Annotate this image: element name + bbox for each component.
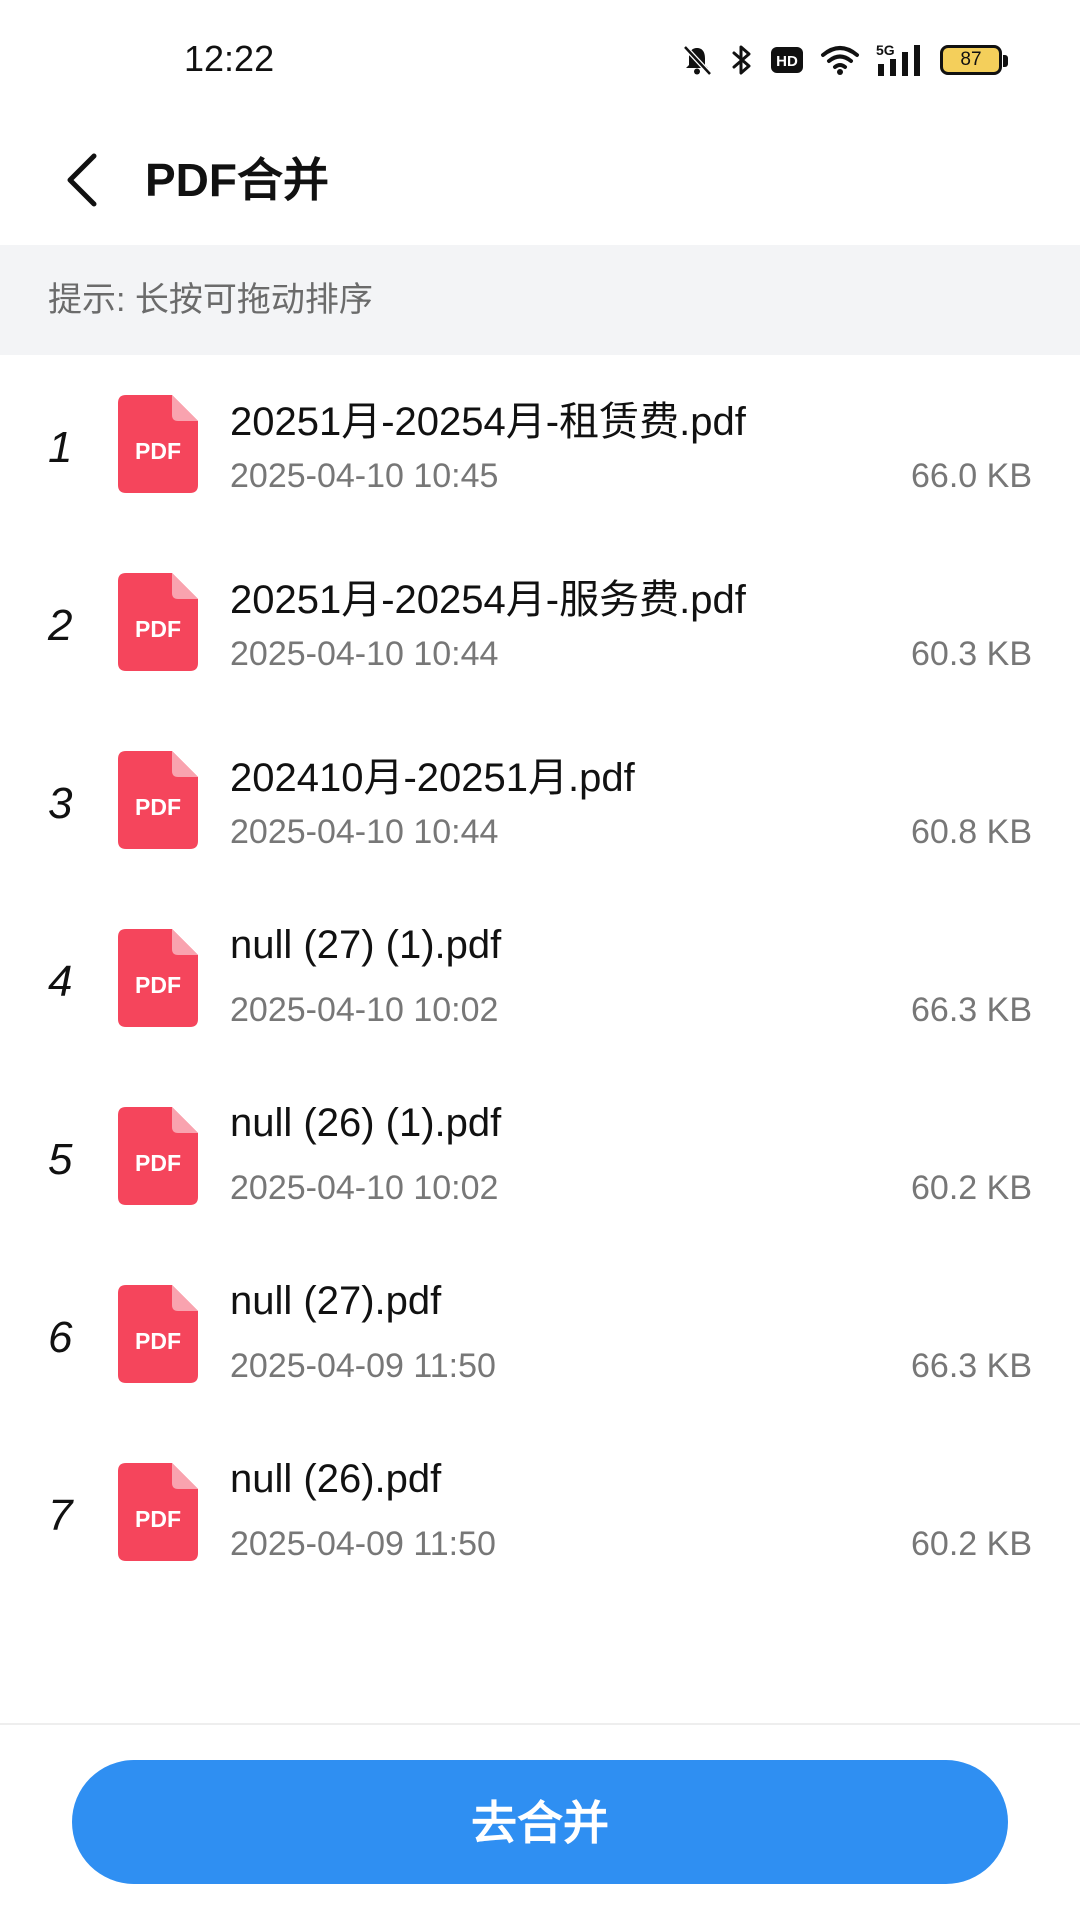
screen: 12:22 HD 5G 87 PDF合并 提示: 长按可拖动排序 1 PDF 2… — [0, 0, 1080, 1920]
file-name: null (26).pdf — [230, 1457, 442, 1501]
file-date: 2025-04-10 10:02 — [230, 991, 499, 1029]
file-date: 2025-04-10 10:44 — [230, 635, 499, 673]
file-index: 4 — [48, 957, 73, 1006]
file-list-item[interactable]: 4 PDF null (27) (1).pdf 2025-04-10 10:02… — [0, 889, 1080, 1067]
pdf-icon-label: PDF — [135, 1506, 181, 1532]
network-label: 5G — [876, 42, 895, 58]
file-name: null (27) (1).pdf — [230, 923, 502, 967]
file-name: 20251月-20254月-服务费.pdf — [230, 578, 746, 622]
pdf-icon-label: PDF — [135, 616, 181, 642]
file-list-item[interactable]: 7 PDF null (26).pdf 2025-04-09 11:50 60.… — [0, 1423, 1080, 1601]
hd-label: HD — [776, 53, 798, 70]
hd-icon: HD — [770, 45, 804, 75]
bluetooth-icon — [730, 43, 754, 77]
pdf-file-icon: PDF — [118, 929, 198, 1027]
pdf-file-icon: PDF — [118, 1285, 198, 1383]
file-size: 66.3 KB — [911, 991, 1032, 1029]
pdf-icon-label: PDF — [135, 1150, 181, 1176]
file-list-item[interactable]: 2 PDF 20251月-20254月-服务费.pdf 2025-04-10 1… — [0, 533, 1080, 711]
pdf-icon-label: PDF — [135, 794, 181, 820]
file-list: 1 PDF 20251月-20254月-租赁费.pdf 2025-04-10 1… — [0, 355, 1080, 1601]
file-size: 60.2 KB — [911, 1525, 1032, 1563]
file-index: 6 — [48, 1313, 73, 1362]
hint-bar: 提示: 长按可拖动排序 — [0, 245, 1080, 355]
file-date: 2025-04-09 11:50 — [230, 1347, 496, 1385]
pdf-file-icon: PDF — [118, 395, 198, 493]
pdf-icon-label: PDF — [135, 1328, 181, 1354]
battery-icon: 87 — [940, 45, 1008, 75]
file-index: 1 — [48, 423, 73, 472]
file-name: null (27).pdf — [230, 1279, 442, 1323]
file-list-item[interactable]: 3 PDF 202410月-20251月.pdf 2025-04-10 10:4… — [0, 711, 1080, 889]
pdf-file-icon: PDF — [118, 1463, 198, 1561]
file-size: 60.8 KB — [911, 813, 1032, 851]
file-size: 66.3 KB — [911, 1347, 1032, 1385]
bottom-divider — [0, 1723, 1080, 1725]
file-list-item[interactable]: 5 PDF null (26) (1).pdf 2025-04-10 10:02… — [0, 1067, 1080, 1245]
file-name: 20251月-20254月-租赁费.pdf — [230, 400, 746, 444]
file-date: 2025-04-10 10:02 — [230, 1169, 499, 1207]
file-date: 2025-04-10 10:45 — [230, 457, 499, 495]
file-index: 5 — [48, 1135, 73, 1184]
file-index: 2 — [48, 601, 73, 650]
hint-text: 提示: 长按可拖动排序 — [48, 281, 373, 319]
file-size: 66.0 KB — [911, 457, 1032, 495]
battery-level: 87 — [960, 49, 982, 70]
pdf-icon-label: PDF — [135, 972, 181, 998]
file-name: null (26) (1).pdf — [230, 1101, 502, 1145]
file-index: 7 — [48, 1491, 73, 1540]
5g-signal-icon: 5G — [876, 42, 924, 78]
pdf-icon-label: PDF — [135, 438, 181, 464]
chevron-left-icon — [67, 153, 97, 207]
pdf-file-icon: PDF — [118, 573, 198, 671]
wifi-icon — [820, 44, 860, 76]
header: PDF合并 — [0, 120, 1080, 245]
status-icons: HD 5G 87 — [680, 38, 1008, 82]
pdf-file-icon: PDF — [118, 751, 198, 849]
page-title: PDF合并 — [145, 154, 329, 206]
file-size: 60.3 KB — [911, 635, 1032, 673]
merge-button[interactable]: 去合并 — [72, 1760, 1008, 1884]
file-size: 60.2 KB — [911, 1169, 1032, 1207]
status-bar: 12:22 HD 5G 87 — [0, 0, 1080, 120]
file-index: 3 — [48, 779, 73, 828]
bell-off-icon — [680, 43, 714, 77]
file-name: 202410月-20251月.pdf — [230, 756, 635, 800]
file-date: 2025-04-10 10:44 — [230, 813, 499, 851]
back-button[interactable] — [52, 140, 112, 220]
file-list-item[interactable]: 6 PDF null (27).pdf 2025-04-09 11:50 66.… — [0, 1245, 1080, 1423]
pdf-file-icon: PDF — [118, 1107, 198, 1205]
file-list-item[interactable]: 1 PDF 20251月-20254月-租赁费.pdf 2025-04-10 1… — [0, 355, 1080, 533]
file-date: 2025-04-09 11:50 — [230, 1525, 496, 1563]
status-time: 12:22 — [184, 38, 275, 79]
